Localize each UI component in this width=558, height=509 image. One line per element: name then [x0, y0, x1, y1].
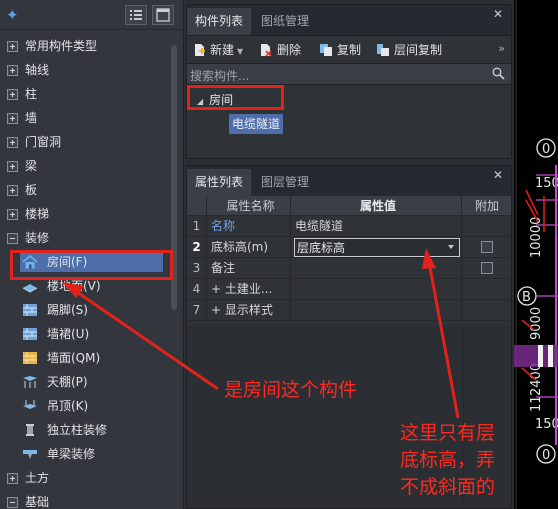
- annotation-elevation-line-1: 这里只有层: [400, 422, 496, 444]
- annotation-elevation-line-2: 底标高，弄: [400, 449, 496, 471]
- annotation-room-component: 是房间这个构件: [224, 379, 358, 401]
- annotation-elevation-line-3: 不成斜面的: [400, 476, 496, 498]
